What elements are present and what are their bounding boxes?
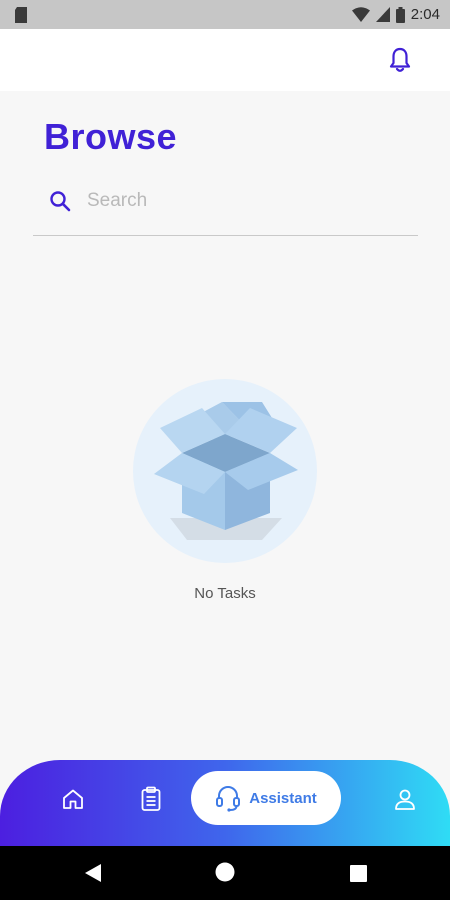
nav-home-button[interactable]: [58, 784, 88, 814]
home-circle-icon: [215, 862, 235, 882]
search-bar: [33, 174, 418, 236]
wifi-icon: [351, 7, 370, 22]
nav-assistant-label: Assistant: [249, 789, 317, 807]
system-home-button[interactable]: [215, 862, 235, 887]
battery-icon: [395, 6, 405, 23]
signal-icon: [375, 7, 390, 22]
nav-profile-button[interactable]: [390, 784, 420, 814]
search-input[interactable]: [87, 186, 407, 216]
status-time: 2:04: [410, 6, 440, 23]
headset-icon: [216, 786, 241, 812]
system-recents-button[interactable]: [350, 865, 367, 887]
system-back-button[interactable]: [84, 863, 102, 888]
app-top-bar: [0, 29, 450, 91]
recents-square-icon: [350, 865, 367, 882]
empty-state-illustration: [132, 378, 318, 564]
bell-icon: [389, 47, 411, 72]
open-box-icon: [133, 379, 317, 563]
home-icon: [63, 789, 83, 809]
status-bar: 2:04: [0, 0, 450, 29]
nav-tasks-button[interactable]: [136, 784, 166, 814]
status-right: 2:04: [351, 6, 440, 23]
clipboard-icon: [141, 786, 161, 811]
back-triangle-icon: [85, 864, 101, 882]
nav-assistant-button[interactable]: Assistant: [191, 771, 341, 825]
empty-state-message: No Tasks: [194, 585, 256, 602]
user-icon: [395, 789, 415, 810]
notifications-button[interactable]: [388, 47, 412, 73]
system-nav-bar: [0, 846, 450, 900]
search-icon: [50, 191, 71, 212]
status-left: [14, 6, 28, 23]
sd-card-icon: [15, 6, 27, 23]
bottom-nav: Assistant: [0, 760, 450, 846]
page-title: Browse: [44, 116, 178, 157]
